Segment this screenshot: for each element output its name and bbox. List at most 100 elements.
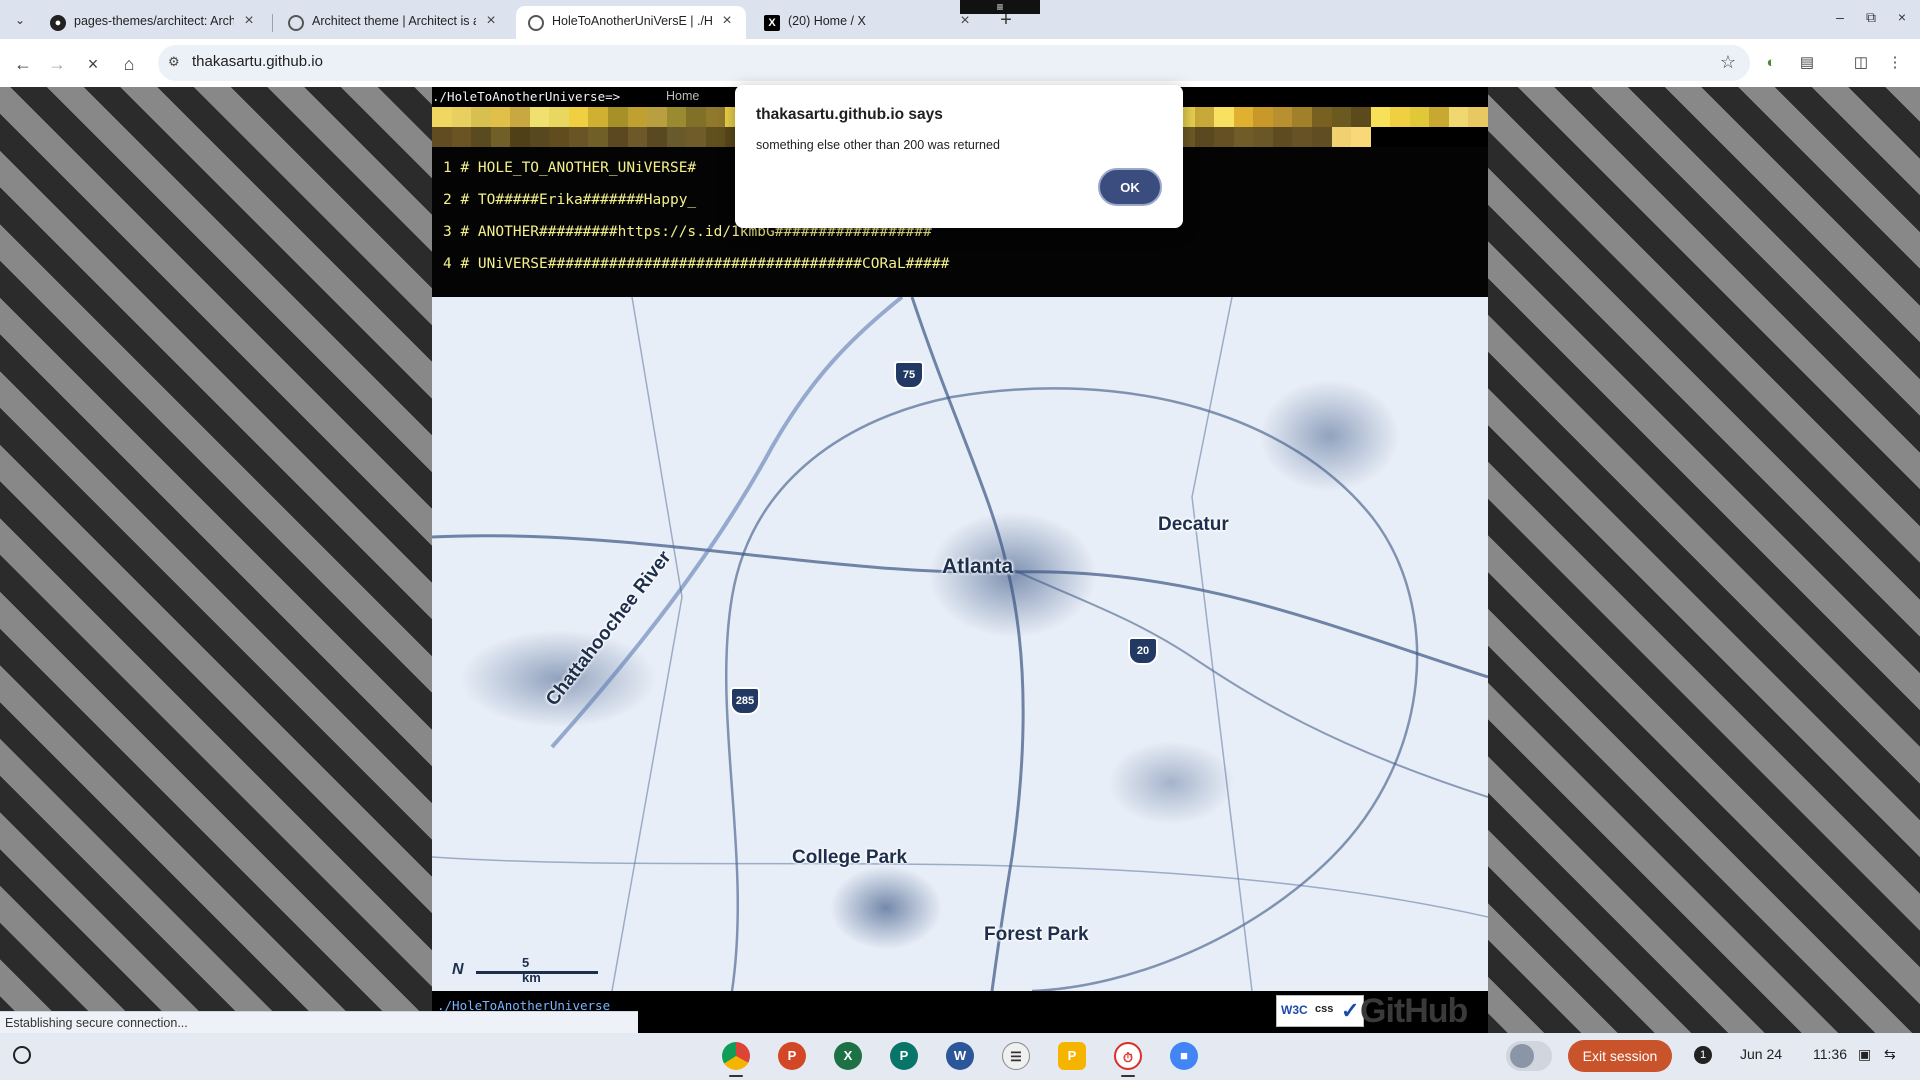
excel-icon[interactable]: X	[834, 1042, 862, 1070]
publisher-icon[interactable]: P	[890, 1042, 918, 1070]
mosaic-cell	[510, 107, 530, 127]
mosaic-cell	[1194, 107, 1215, 127]
mosaic-cell	[432, 127, 452, 147]
w3c-css-badge[interactable]: W3C css ✓	[1276, 995, 1364, 1027]
files-icon[interactable]: ■	[1170, 1042, 1198, 1070]
word-icon[interactable]: W	[946, 1042, 974, 1070]
battery-icon[interactable]: ▣	[1858, 1046, 1871, 1063]
mosaic-cell	[666, 107, 687, 127]
mosaic-cell	[1292, 107, 1312, 127]
side-panel-icon[interactable]: ◫	[1850, 52, 1872, 74]
launcher-icon[interactable]	[13, 1046, 31, 1064]
mosaic-cell	[1370, 107, 1391, 127]
mosaic-cell	[1311, 127, 1332, 147]
close-window-icon[interactable]: ×	[1889, 6, 1915, 28]
css-label: css	[1315, 1003, 1334, 1015]
more-menu-icon[interactable]: ⋮	[1884, 52, 1906, 74]
keep-icon[interactable]: P	[1058, 1042, 1086, 1070]
extension-colorful-icon[interactable]: ◐	[1760, 52, 1782, 74]
atlanta-map-image: Atlanta Decatur Chattahoochee River Coll…	[432, 297, 1488, 991]
dialog-title: thakasartu.github.io says	[756, 106, 943, 123]
mosaic-cell	[1351, 127, 1371, 147]
tab-holetoanotheruniverse[interactable]: HoleToAnotherUniVersE | ./Hol ×	[516, 6, 746, 39]
ok-button[interactable]: OK	[1098, 168, 1162, 206]
account-avatar[interactable]	[1506, 1041, 1552, 1071]
browser-toolbar: ← → × ⌂ ⚙ thakasartu.github.io ☆ ◐ ▤ ◫ ⋮	[0, 39, 1920, 87]
minimize-icon[interactable]: –	[1827, 6, 1853, 28]
checkmark-icon: ✓	[1341, 998, 1360, 1023]
address-bar[interactable]: ⚙ thakasartu.github.io ☆	[158, 45, 1750, 81]
mosaic-cell	[1468, 107, 1488, 127]
mosaic-cell	[705, 107, 726, 127]
back-icon[interactable]: ←	[10, 51, 36, 77]
mosaic-cell	[1253, 127, 1273, 147]
tab-x-home[interactable]: X (20) Home / X ×	[752, 6, 984, 39]
avatar-image	[1510, 1044, 1534, 1068]
network-icon[interactable]: ⇆	[1884, 1046, 1896, 1063]
home-icon[interactable]: ⌂	[116, 51, 142, 77]
mosaic-cell	[588, 127, 608, 147]
mosaic-cell	[549, 107, 569, 127]
restore-icon[interactable]: ⧉	[1858, 6, 1884, 28]
map-label-atlanta: Atlanta	[942, 555, 1014, 578]
tab-close-icon[interactable]: ×	[956, 12, 974, 30]
mosaic-cell	[1272, 127, 1293, 147]
mosaic-cell	[568, 107, 589, 127]
mosaic-cell	[529, 107, 550, 127]
mosaic-cell	[490, 107, 511, 127]
docs-icon[interactable]: ☰	[1002, 1042, 1030, 1070]
mosaic-cell	[647, 127, 667, 147]
mosaic-cell	[1409, 107, 1430, 127]
forward-icon[interactable]: →	[44, 51, 70, 77]
site-info-icon[interactable]: ⚙	[168, 54, 184, 70]
site-icon	[528, 15, 544, 31]
tray-time[interactable]: 11:36	[1813, 1046, 1847, 1062]
running-indicator	[729, 1075, 743, 1077]
exit-session-button[interactable]: Exit session	[1568, 1040, 1672, 1072]
url-text[interactable]: thakasartu.github.io	[192, 53, 323, 70]
interstate-shield-75: 75	[894, 361, 924, 389]
x-logo-icon: X	[764, 15, 780, 31]
tab-close-icon[interactable]: ×	[240, 12, 258, 30]
extensions-puzzle-icon[interactable]: ▤	[1796, 52, 1818, 74]
tab-strip: ⌄ ● pages-themes/architect: Archit × Arc…	[0, 0, 1920, 39]
code-line: 4 # UNiVERSE############################…	[443, 256, 950, 272]
north-arrow-icon: N	[452, 961, 464, 978]
running-indicator	[1121, 1075, 1135, 1077]
nav-home-link[interactable]: Home	[666, 89, 699, 103]
chrome-icon[interactable]	[722, 1042, 750, 1070]
notification-count-badge[interactable]: 1	[1694, 1046, 1712, 1064]
map-label-decatur: Decatur	[1158, 514, 1229, 535]
code-line: 1 # HOLE_TO_ANOTHER_UNiVERSE#	[443, 160, 697, 176]
mosaic-cell	[1292, 127, 1312, 147]
powerpoint-icon[interactable]: P	[778, 1042, 806, 1070]
tab-title: HoleToAnotherUniVersE | ./Hol	[552, 14, 712, 28]
drag-handle-icon[interactable]: ≡	[960, 0, 1040, 14]
tab-close-icon[interactable]: ×	[718, 12, 736, 30]
github-icon: ●	[50, 15, 66, 31]
mosaic-cell	[627, 127, 648, 147]
mosaic-cell	[705, 127, 726, 147]
mosaic-cell	[549, 127, 569, 147]
github-wordmark[interactable]: GitHub	[1360, 992, 1468, 1031]
tab-search-chevron-icon[interactable]: ⌄	[8, 8, 32, 32]
alert-dialog: thakasartu.github.io says something else…	[735, 85, 1183, 228]
tab-close-icon[interactable]: ×	[482, 12, 500, 30]
map-label-college-park: College Park	[792, 847, 908, 868]
mosaic-cell	[1272, 107, 1293, 127]
bookmark-star-icon[interactable]: ☆	[1720, 52, 1736, 73]
tab-architect-theme[interactable]: Architect theme | Architect is a ×	[276, 6, 510, 39]
tab-pages-themes[interactable]: ● pages-themes/architect: Archit ×	[38, 6, 268, 39]
timer-icon[interactable]: ⏱	[1114, 1042, 1142, 1070]
code-line: 2 # TO#####Erika#######Happy_	[443, 192, 697, 208]
mosaic-cell	[588, 107, 608, 127]
w3c-label: W3C	[1281, 1003, 1308, 1017]
tray-date[interactable]: Jun 24	[1740, 1046, 1782, 1062]
site-title: ./HoleToAnotherUniverse=>	[432, 89, 621, 104]
mosaic-cell	[432, 107, 452, 127]
stop-loading-icon[interactable]: ×	[80, 51, 106, 77]
mosaic-cell	[1448, 107, 1469, 127]
interstate-shield-20: 20	[1128, 637, 1158, 665]
mosaic-cell	[1311, 107, 1332, 127]
mosaic-cell	[1429, 107, 1449, 127]
